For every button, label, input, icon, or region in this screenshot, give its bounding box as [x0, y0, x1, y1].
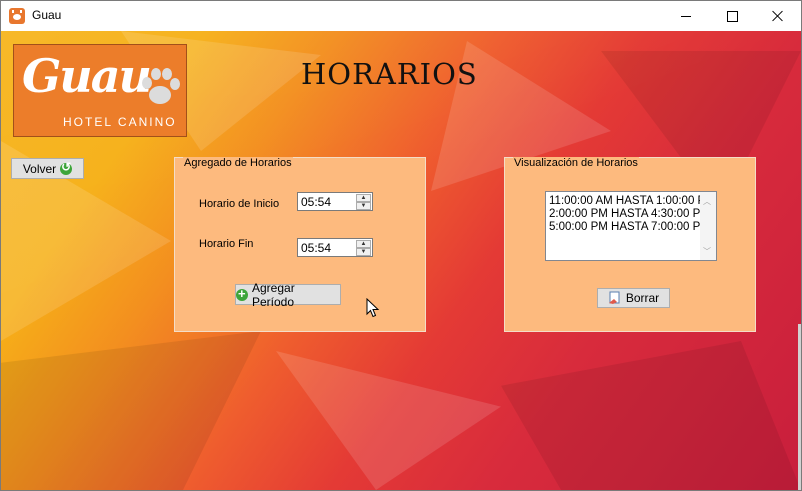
window-edge: [798, 324, 801, 490]
close-icon: [772, 10, 784, 22]
spin-up-icon[interactable]: ▲: [356, 194, 371, 202]
logo-brand-text: Guau: [22, 49, 152, 103]
app-paw-icon: [9, 8, 25, 24]
start-time-label: Horario de Inicio: [199, 198, 280, 210]
start-time-picker[interactable]: 05:54 ▲ ▼: [297, 192, 373, 211]
list-item[interactable]: 5:00:00 PM HASTA 7:00:00 PM: [549, 221, 710, 233]
scroll-down-icon[interactable]: ﹀: [703, 246, 711, 257]
close-button[interactable]: [755, 1, 801, 31]
add-schedule-group: Agregado de Horarios Horario de Inicio 0…: [174, 157, 426, 332]
back-button-label: Volver: [22, 161, 57, 176]
list-item[interactable]: 11:00:00 AM HASTA 1:00:00 P: [549, 195, 705, 207]
mouse-cursor-icon: [366, 298, 380, 318]
list-scrollbar[interactable]: ︿ ﹀: [700, 192, 716, 260]
paw-icon: [142, 68, 180, 104]
back-button[interactable]: Volver: [11, 158, 84, 179]
end-time-picker[interactable]: 05:54 ▲ ▼: [297, 238, 373, 257]
delete-label: Borrar: [625, 291, 660, 305]
list-item[interactable]: 2:00:00 PM HASTA 4:30:00 PM: [549, 208, 710, 220]
logo-subtitle: HOTEL CANINO: [63, 115, 177, 129]
spin-up-icon[interactable]: ▲: [356, 240, 371, 248]
start-time-spinner[interactable]: ▲ ▼: [356, 194, 371, 210]
minimize-icon: [681, 15, 691, 17]
spin-down-icon[interactable]: ▼: [356, 202, 371, 210]
minimize-button[interactable]: [663, 1, 709, 31]
end-time-spinner[interactable]: ▲ ▼: [356, 240, 371, 256]
background-facet: [501, 341, 801, 490]
add-icon: [236, 286, 248, 301]
window-title: Guau: [32, 8, 62, 22]
scroll-up-icon[interactable]: ︿: [703, 196, 711, 207]
add-period-button[interactable]: Agregar Período: [235, 281, 341, 309]
maximize-icon: [726, 10, 738, 22]
spin-down-icon[interactable]: ▼: [356, 248, 371, 256]
refresh-arrow-icon: [60, 160, 73, 175]
end-time-value: 05:54: [301, 241, 332, 255]
background-facet: [276, 351, 501, 490]
app-window: Guau Guau HOTEL CANINO HORARIOS Volver ↺…: [0, 0, 802, 491]
delete-button[interactable]: Borrar: [597, 288, 670, 308]
view-group-title: Visualización de Horarios: [513, 157, 639, 169]
title-bar[interactable]: Guau: [1, 1, 801, 31]
background-facet: [1, 331, 261, 490]
end-time-label: Horario Fin: [199, 238, 254, 250]
add-group-title: Agregado de Horarios: [183, 157, 293, 169]
form-background: Guau HOTEL CANINO HORARIOS Volver Agrega…: [1, 31, 801, 490]
eraser-icon: [608, 291, 620, 304]
maximize-button[interactable]: [709, 1, 755, 31]
schedule-list[interactable]: 11:00:00 AM HASTA 1:00:00 P 2:00:00 PM H…: [545, 191, 717, 261]
hotel-logo: Guau HOTEL CANINO: [13, 44, 187, 137]
page-title: HORARIOS: [301, 57, 478, 91]
view-schedule-group: Visualización de Horarios 11:00:00 AM HA…: [504, 157, 756, 332]
add-period-label: Agregar Período: [252, 280, 295, 309]
start-time-value: 05:54: [301, 195, 332, 209]
